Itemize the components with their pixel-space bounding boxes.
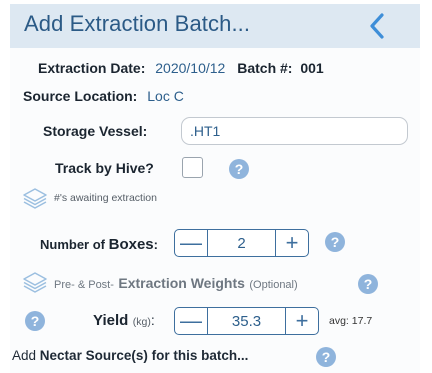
track-by-hive-checkbox[interactable] bbox=[182, 157, 203, 178]
source-location-value[interactable]: Loc C bbox=[147, 88, 184, 104]
help-icon[interactable]: ? bbox=[325, 232, 345, 252]
batch-number-label: Batch #: bbox=[237, 60, 293, 76]
chevron-left-icon bbox=[370, 13, 384, 39]
add-nectar-source-link[interactable]: Add Nectar Source(s) for this batch... bbox=[12, 348, 248, 363]
storage-vessel-label: Storage Vessel: bbox=[43, 123, 148, 139]
yield-decrement-button[interactable]: — bbox=[175, 308, 207, 334]
nectar-main: Nectar Source(s) bbox=[39, 348, 148, 363]
boxes-label-suffix: : bbox=[153, 237, 158, 252]
weights-suffix: (Optional) bbox=[249, 279, 298, 291]
batch-number-value: 001 bbox=[300, 60, 324, 76]
boxes-decrement-button[interactable]: — bbox=[175, 230, 207, 256]
weights-main: Extraction Weights bbox=[118, 275, 245, 291]
yield-average: avg: 17.7 bbox=[329, 315, 373, 327]
boxes-label-main: Boxes bbox=[108, 236, 154, 253]
source-location-label: Source Location: bbox=[23, 88, 138, 104]
yield-stepper: — 35.3 + bbox=[174, 307, 319, 335]
boxes-increment-button[interactable]: + bbox=[276, 230, 308, 256]
source-location-row: Source Location: Loc C bbox=[23, 88, 184, 104]
extraction-weights-label[interactable]: Pre- & Post- Extraction Weights (Optiona… bbox=[54, 275, 298, 293]
boxes-label-prefix: Number of bbox=[40, 237, 105, 252]
nectar-prefix: Add bbox=[12, 348, 37, 363]
boxes-value[interactable]: 2 bbox=[207, 230, 276, 256]
yield-label-main: Yield bbox=[93, 312, 129, 329]
header-bar: Add Extraction Batch... bbox=[10, 4, 420, 48]
yield-value[interactable]: 35.3 bbox=[207, 308, 286, 334]
yield-increment-button[interactable]: + bbox=[286, 308, 318, 334]
track-by-hive-label: Track by Hive? bbox=[55, 160, 154, 176]
number-of-boxes-label: Number of Boxes: bbox=[40, 236, 158, 253]
yield-label: Yield (kg): bbox=[93, 312, 155, 330]
help-icon[interactable]: ? bbox=[25, 311, 45, 331]
extraction-row: Extraction Date: 2020/10/12 Batch #: 001 bbox=[38, 60, 324, 76]
storage-vessel-input[interactable] bbox=[181, 117, 408, 145]
weights-prefix: Pre- & Post- bbox=[54, 279, 114, 291]
layers-icon[interactable] bbox=[22, 187, 48, 209]
form-panel: Add Extraction Batch... Extraction Date:… bbox=[10, 4, 420, 373]
layers-icon[interactable] bbox=[22, 271, 48, 293]
back-button[interactable] bbox=[362, 10, 392, 42]
boxes-stepper: — 2 + bbox=[174, 229, 309, 257]
help-icon[interactable]: ? bbox=[358, 274, 378, 294]
page-title: Add Extraction Batch... bbox=[24, 11, 251, 36]
extraction-date-label: Extraction Date: bbox=[38, 60, 146, 76]
extraction-date-value[interactable]: 2020/10/12 bbox=[155, 60, 225, 76]
yield-unit: (kg) bbox=[132, 316, 151, 328]
awaiting-extraction-text: #'s awaiting extraction bbox=[54, 192, 157, 204]
help-icon[interactable]: ? bbox=[229, 159, 249, 179]
help-icon[interactable]: ? bbox=[316, 347, 336, 367]
nectar-suffix: for this batch... bbox=[151, 348, 249, 363]
yield-colon: : bbox=[150, 312, 155, 328]
